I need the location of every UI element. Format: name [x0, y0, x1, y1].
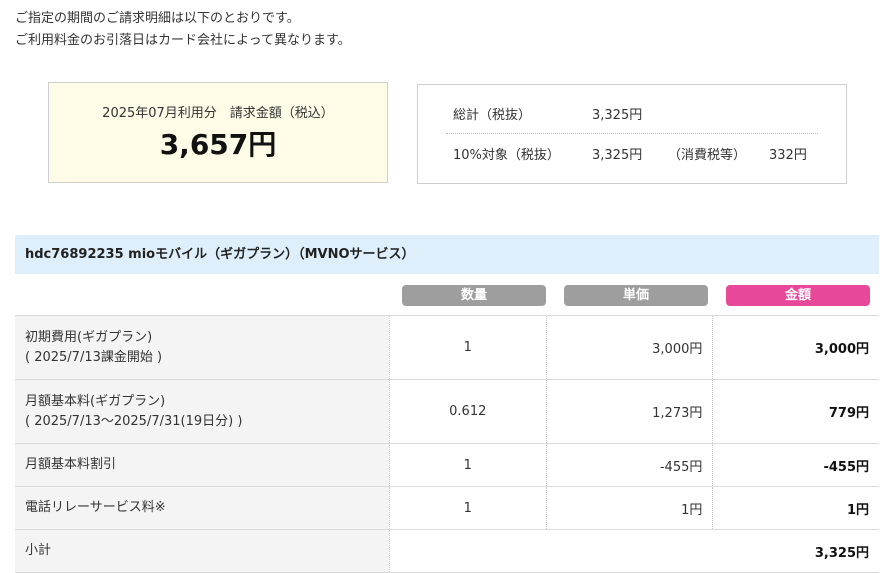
billing-amount: 3,657円 — [159, 128, 277, 161]
column-amount-header: 金額 — [726, 285, 870, 306]
row-sublabel: ( 2025/7/13～2025/7/31(19日分) ) — [25, 413, 243, 429]
tax-rate-row: 10%対象（税抜） 3,325円 （消費税等） 332円 — [453, 144, 818, 164]
table-row: 初期費用(ギガプラン) ( 2025/7/13課金開始 ) 1 3,000円 3… — [15, 315, 879, 380]
column-qty-header: 数量 — [402, 285, 546, 306]
intro-text: ご指定の期間のご請求明細は以下のとおりです。 ご利用料金のお引落日はカード会社に… — [15, 8, 351, 52]
row-qty: 1 — [388, 443, 547, 487]
subtotal-amount: 3,325円 — [388, 529, 879, 573]
tax-rate-label: 10%対象（税抜） — [453, 148, 560, 163]
row-qty: 1 — [388, 486, 547, 530]
tax-divider — [446, 133, 818, 134]
intro-line-1: ご指定の期間のご請求明細は以下のとおりです。 — [15, 11, 300, 26]
row-unit-price: 1円 — [545, 486, 713, 530]
row-sublabel: ( 2025/7/13課金開始 ) — [25, 349, 163, 365]
plan-header: hdc76892235 mioモバイル（ギガプラン）（MVNOサービス） — [15, 235, 879, 274]
subtotal-row: 小計 3,325円 — [15, 529, 879, 573]
billing-total-box: 2025年07月利用分 請求金額（税込） 3,657円 — [48, 82, 388, 183]
consumption-tax-label: （消費税等） — [668, 148, 747, 163]
table-row: 月額基本料(ギガプラン) ( 2025/7/13～2025/7/31(19日分)… — [15, 379, 879, 444]
tax-rate-value: 3,325円 — [592, 148, 643, 163]
row-label: 電話リレーサービス料※ — [15, 486, 390, 530]
row-unit-price: 3,000円 — [545, 315, 713, 380]
row-label-cell: 初期費用(ギガプラン) ( 2025/7/13課金開始 ) — [15, 315, 390, 380]
tax-total-row: 総計（税抜） 3,325円 — [453, 104, 818, 124]
row-unit-price: -455円 — [545, 443, 713, 487]
table-row: 電話リレーサービス料※ 1 1円 1円 — [15, 486, 879, 530]
row-amount: 1円 — [712, 486, 879, 530]
billing-caption: 2025年07月利用分 請求金額（税込） — [102, 106, 334, 121]
row-label: 初期費用(ギガプラン) — [25, 329, 153, 345]
tax-total-value: 3,325円 — [592, 108, 643, 123]
tax-total-label: 総計（税抜） — [453, 108, 532, 123]
charge-detail-table: 初期費用(ギガプラン) ( 2025/7/13課金開始 ) 1 3,000円 3… — [15, 315, 879, 573]
row-amount: 779円 — [712, 379, 879, 444]
row-label-cell: 月額基本料(ギガプラン) ( 2025/7/13～2025/7/31(19日分)… — [15, 379, 390, 444]
row-label: 月額基本料(ギガプラン) — [25, 393, 166, 409]
intro-line-2: ご利用料金のお引落日はカード会社によって異なります。 — [15, 33, 351, 48]
consumption-tax-value: 332円 — [769, 148, 807, 163]
row-amount: 3,000円 — [712, 315, 879, 380]
row-label: 月額基本料割引 — [15, 443, 390, 487]
table-row: 月額基本料割引 1 -455円 -455円 — [15, 443, 879, 487]
row-qty: 0.612 — [388, 379, 547, 444]
subtotal-label: 小計 — [15, 529, 390, 573]
row-unit-price: 1,273円 — [545, 379, 713, 444]
row-amount: -455円 — [712, 443, 879, 487]
row-qty: 1 — [388, 315, 547, 380]
column-unit-header: 単価 — [564, 285, 708, 306]
tax-breakdown-box: 総計（税抜） 3,325円 10%対象（税抜） 3,325円 （消費税等） 33… — [417, 84, 847, 184]
